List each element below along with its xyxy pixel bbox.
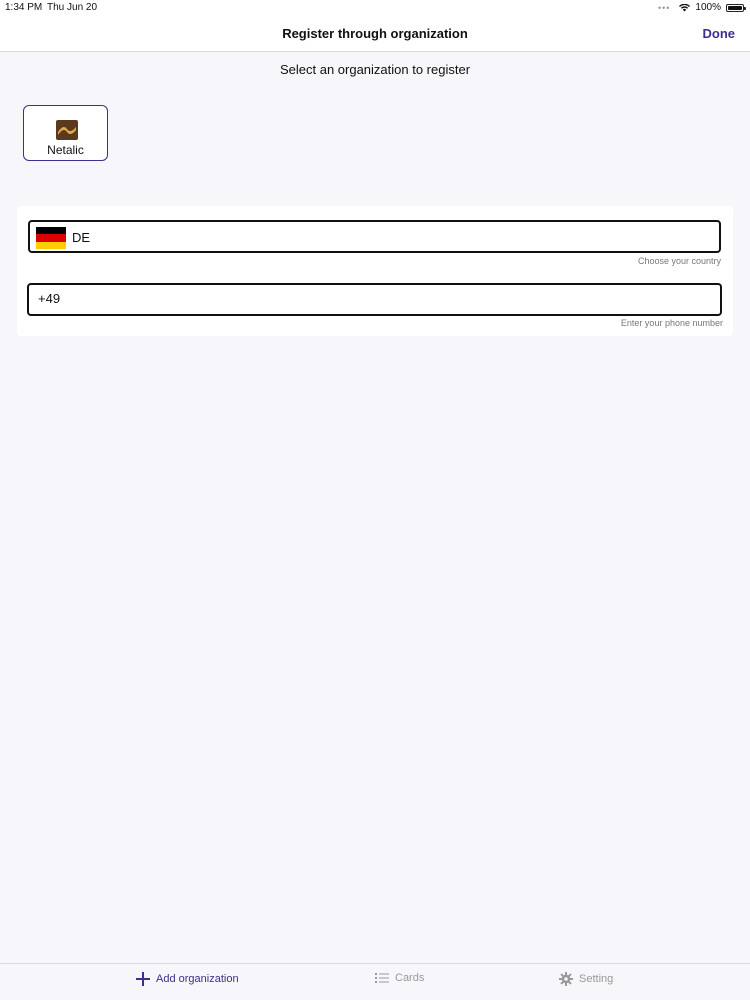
gear-icon [559, 972, 573, 986]
battery-percent: 100% [695, 2, 721, 13]
section-subtitle: Select an organization to register [279, 62, 471, 77]
status-bar: 1:34 PM Thu Jun 20 ••• 100% [0, 0, 750, 16]
organization-name: Netalic [47, 143, 84, 157]
plus-icon [136, 972, 150, 986]
netalic-logo-icon [56, 120, 78, 140]
status-date: Thu Jun 20 [47, 2, 98, 13]
tab-setting[interactable]: Setting [559, 972, 613, 986]
phone-input[interactable] [27, 283, 722, 316]
tab-label: Cards [395, 972, 425, 984]
tab-label: Add organization [156, 973, 239, 985]
battery-fill [728, 5, 742, 10]
status-time: 1:34 PM [5, 2, 43, 13]
country-helper-text: Choose your country [637, 256, 721, 266]
germany-flag-icon [36, 227, 66, 249]
tab-add-organization[interactable]: Add organization [136, 972, 239, 986]
phone-helper-text: Enter your phone number [620, 318, 723, 328]
status-right: ••• 100% [657, 2, 746, 13]
page-title: Register through organization [282, 26, 468, 41]
registration-form: DE Choose your country Enter your phone … [17, 206, 733, 336]
tab-label: Setting [579, 973, 614, 985]
organization-card-netalic[interactable]: Netalic [23, 105, 108, 161]
country-value: DE [72, 230, 91, 245]
done-button[interactable]: Done [703, 26, 736, 41]
multitasking-dots-icon: ••• [657, 2, 671, 13]
tab-bar: Add organization Cards Setting [0, 963, 750, 1000]
country-selector[interactable]: DE [28, 220, 721, 253]
wifi-icon [679, 3, 691, 11]
list-icon [375, 973, 389, 983]
nav-bar: Register through organization Done [0, 16, 750, 52]
tab-cards[interactable]: Cards [375, 972, 424, 984]
battery-icon [726, 3, 746, 12]
